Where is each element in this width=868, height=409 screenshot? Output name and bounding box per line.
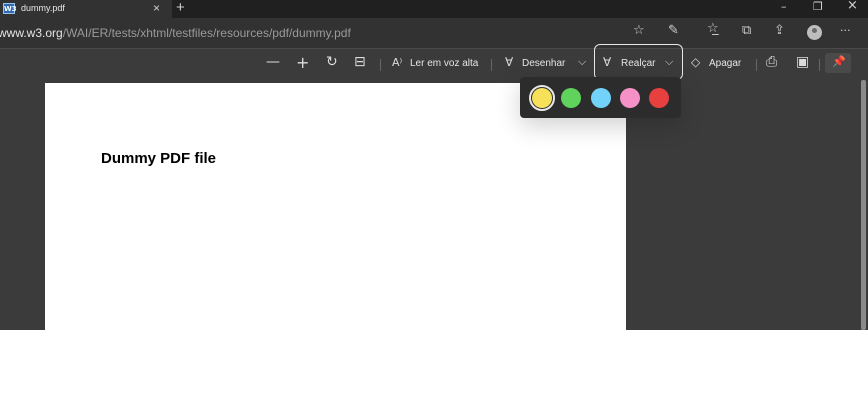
address-bar: www.w3.org/WAI/ER/tests/xhtml/testfiles/… [0, 18, 868, 48]
document-heading: Dummy PDF file [101, 150, 217, 167]
color-swatch-yellow[interactable] [529, 85, 555, 111]
color-swatch-red[interactable] [649, 88, 669, 108]
window-close-icon[interactable]: × [847, 0, 858, 13]
tab-strip: W3 dummy.pdf × + – ❐ × [0, 0, 868, 18]
draw-button[interactable]: Desenhar [522, 58, 565, 69]
read-aloud-button[interactable]: Ler em voz alta [410, 58, 478, 69]
toolbar-divider [756, 59, 757, 71]
tab-dummy-pdf[interactable]: W3 dummy.pdf × [0, 0, 172, 18]
highlight-button-outline[interactable] [594, 44, 683, 80]
w3c-favicon-icon: W3 [3, 3, 17, 14]
print-icon[interactable]: ⎙ [766, 54, 777, 70]
read-aloud-icon[interactable]: A⁾ [392, 56, 402, 69]
pin-toolbar-button[interactable]: 📌 [825, 53, 851, 73]
color-swatch-light-blue[interactable] [591, 88, 611, 108]
color-swatch-green[interactable] [561, 88, 581, 108]
color-swatch-pink[interactable] [620, 88, 640, 108]
minimize-icon[interactable]: – [781, 0, 787, 13]
erase-button[interactable]: Apagar [709, 58, 741, 69]
tab-close-icon[interactable]: × [153, 1, 160, 15]
url-host: www.w3.org [0, 26, 63, 40]
tab-title: dummy.pdf [21, 3, 65, 13]
pin-icon: 📌 [832, 56, 846, 68]
save-icon[interactable]: ▣ [796, 54, 809, 70]
zoom-in-icon[interactable]: + [296, 53, 309, 72]
eraser-icon[interactable]: ◇ [691, 55, 700, 69]
toolbar-divider [380, 59, 381, 71]
draw-options-chevron-icon[interactable]: ⌵ [578, 55, 586, 69]
fit-page-icon[interactable]: ⊟ [354, 54, 366, 70]
collections-icon[interactable]: ⧉ [742, 23, 751, 38]
toolbar-divider [491, 59, 492, 71]
url-field[interactable]: www.w3.org/WAI/ER/tests/xhtml/testfiles/… [0, 26, 351, 40]
favorites-icon[interactable]: ☆̲ [707, 21, 719, 36]
read-view-icon[interactable]: ✎ [668, 23, 679, 38]
pdf-toolbar: — + ↻ ⊟ A⁾ Ler em voz alta ∀ Desenhar ⌵ … [0, 48, 868, 78]
draw-icon[interactable]: ∀ [505, 55, 513, 69]
url-path: /WAI/ER/tests/xhtml/testfiles/resources/… [62, 26, 351, 40]
new-tab-icon[interactable]: + [176, 0, 185, 16]
pdf-page [45, 83, 626, 330]
vertical-scrollbar[interactable] [861, 80, 866, 330]
restore-icon[interactable]: ❐ [813, 0, 823, 13]
favorite-star-icon[interactable]: ☆ [633, 23, 645, 38]
profile-avatar[interactable] [807, 25, 822, 40]
more-options-icon[interactable]: ··· [840, 24, 851, 37]
toolbar-divider [819, 59, 820, 71]
rotate-icon[interactable]: ↻ [326, 54, 338, 70]
zoom-out-icon[interactable]: — [266, 54, 280, 70]
share-icon[interactable]: ⇪ [774, 23, 785, 38]
